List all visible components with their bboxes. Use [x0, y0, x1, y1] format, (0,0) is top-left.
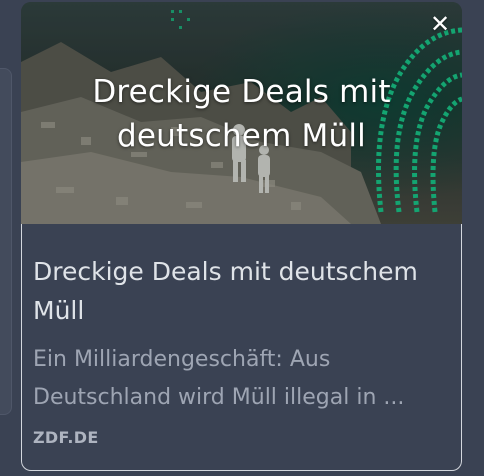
- preview-headline[interactable]: Dreckige Deals mit deutschem Müll: [33, 252, 453, 330]
- preview-description: Ein Milliardengeschäft: Aus Deutschland …: [33, 347, 405, 410]
- preview-image: Dreckige Deals mit deutschem Müll ✕: [21, 2, 462, 224]
- adjacent-card-edge: [0, 68, 12, 415]
- preview-source-domain: ZDF.DE: [33, 428, 99, 447]
- preview-image-title: Dreckige Deals mit deutschem Müll: [92, 74, 391, 154]
- close-icon[interactable]: ✕: [428, 12, 452, 36]
- link-preview-card[interactable]: Dreckige Deals mit deutschem Müll ✕ Drec…: [21, 2, 462, 472]
- preview-text-area[interactable]: Dreckige Deals mit deutschem Müll Ein Mi…: [21, 224, 462, 471]
